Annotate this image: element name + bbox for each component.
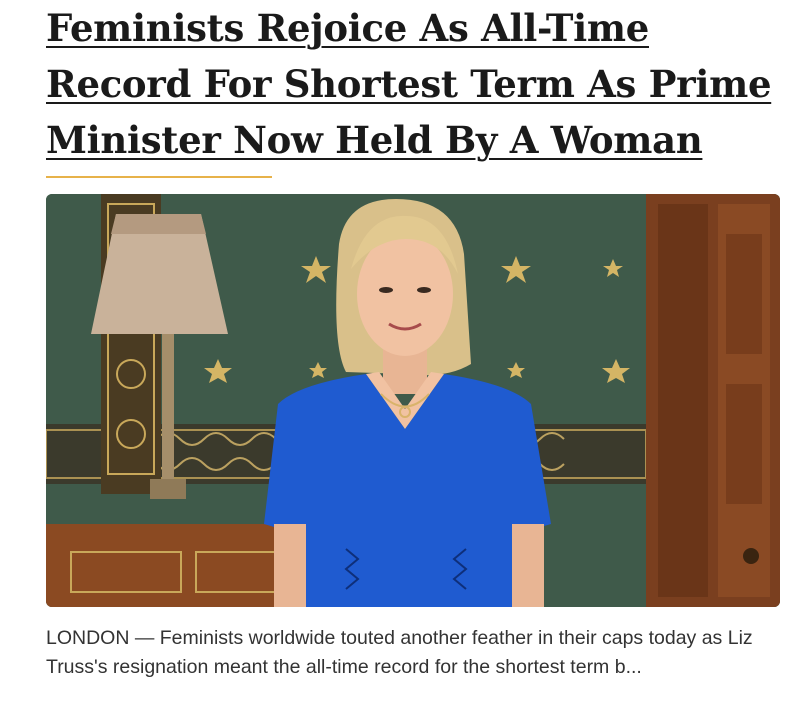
headline-divider <box>46 176 272 178</box>
article-excerpt: LONDON — Feminists worldwide touted anot… <box>46 627 753 678</box>
headline-link[interactable]: Feminists Rejoice As All-Time Record For… <box>46 6 772 162</box>
article-card: Feminists Rejoice As All-Time Record For… <box>0 0 800 727</box>
article-headline[interactable]: Feminists Rejoice As All-Time Record For… <box>46 0 776 168</box>
hero-image[interactable] <box>46 194 780 607</box>
portrait-photo-icon <box>46 194 780 607</box>
